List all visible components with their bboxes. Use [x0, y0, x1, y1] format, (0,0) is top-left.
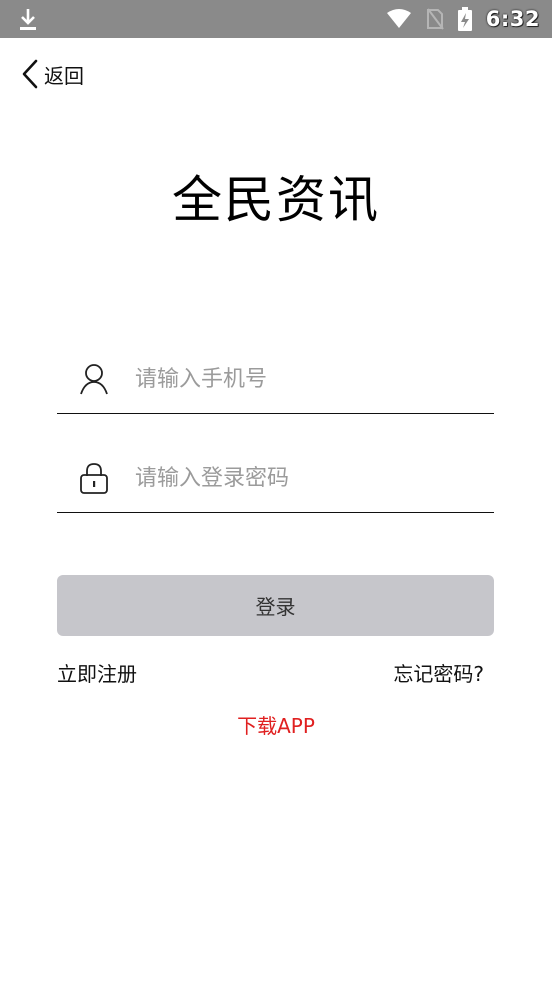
- phone-input[interactable]: [135, 354, 485, 404]
- download-app-link[interactable]: 下载APP: [0, 710, 552, 739]
- phone-field: [57, 344, 494, 414]
- chevron-left-icon: [22, 59, 38, 89]
- back-label: 返回: [44, 63, 84, 88]
- password-field: [57, 443, 494, 513]
- battery-charging-icon: [457, 7, 472, 31]
- download-icon: [20, 9, 36, 30]
- register-link[interactable]: 立即注册: [57, 658, 137, 687]
- status-bar: 6:32: [0, 0, 552, 38]
- no-sim-icon: [426, 8, 444, 30]
- forgot-password-link[interactable]: 忘记密码?: [393, 658, 484, 687]
- back-button[interactable]: 返回: [20, 58, 84, 90]
- lock-icon: [80, 463, 108, 494]
- login-button[interactable]: 登录: [57, 575, 494, 636]
- password-input[interactable]: [135, 453, 485, 503]
- wifi-icon: [386, 9, 411, 28]
- app-title: 全民资讯: [172, 171, 380, 229]
- user-icon: [80, 364, 108, 395]
- status-time: 6:32: [485, 7, 540, 31]
